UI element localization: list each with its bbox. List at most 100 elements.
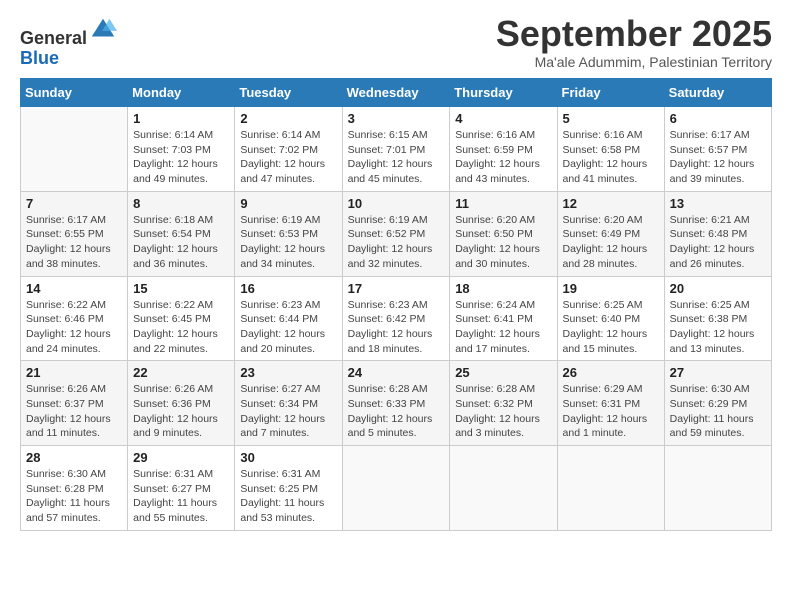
day-number: 29 <box>133 450 229 465</box>
calendar-cell: 9 Sunrise: 6:19 AMSunset: 6:53 PMDaylight… <box>235 191 342 276</box>
day-number: 12 <box>563 196 659 211</box>
day-info: Sunrise: 6:31 AMSunset: 6:27 PMDaylight:… <box>133 467 229 526</box>
day-info: Sunrise: 6:15 AMSunset: 7:01 PMDaylight:… <box>348 128 445 187</box>
day-number: 6 <box>670 111 766 126</box>
day-info: Sunrise: 6:18 AMSunset: 6:54 PMDaylight:… <box>133 213 229 272</box>
calendar-cell: 11 Sunrise: 6:20 AMSunset: 6:50 PMDayligh… <box>450 191 557 276</box>
calendar-cell <box>21 107 128 192</box>
calendar-cell: 28 Sunrise: 6:30 AMSunset: 6:28 PMDayligh… <box>21 446 128 531</box>
day-number: 3 <box>348 111 445 126</box>
weekday-header-monday: Monday <box>128 79 235 107</box>
day-info: Sunrise: 6:14 AMSunset: 7:02 PMDaylight:… <box>240 128 336 187</box>
calendar-week-row: 7 Sunrise: 6:17 AMSunset: 6:55 PMDaylight… <box>21 191 772 276</box>
day-info: Sunrise: 6:24 AMSunset: 6:41 PMDaylight:… <box>455 298 551 357</box>
calendar-cell: 12Sunrise: 6:20 AMSunset: 6:49 PMDayligh… <box>557 191 664 276</box>
calendar-week-row: 28 Sunrise: 6:30 AMSunset: 6:28 PMDayligh… <box>21 446 772 531</box>
weekday-header-thursday: Thursday <box>450 79 557 107</box>
day-number: 23 <box>240 365 336 380</box>
day-info: Sunrise: 6:22 AMSunset: 6:46 PMDaylight:… <box>26 298 122 357</box>
day-number: 2 <box>240 111 336 126</box>
day-number: 1 <box>133 111 229 126</box>
day-info: Sunrise: 6:21 AMSunset: 6:48 PMDaylight:… <box>670 213 766 272</box>
calendar-cell: 21 Sunrise: 6:26 AMSunset: 6:37 PMDayligh… <box>21 361 128 446</box>
day-info: Sunrise: 6:30 AMSunset: 6:29 PMDaylight:… <box>670 382 766 441</box>
day-info: Sunrise: 6:23 AMSunset: 6:42 PMDaylight:… <box>348 298 445 357</box>
day-number: 8 <box>133 196 229 211</box>
day-number: 15 <box>133 281 229 296</box>
calendar-cell: 6 Sunrise: 6:17 AMSunset: 6:57 PMDaylight… <box>664 107 771 192</box>
weekday-header-tuesday: Tuesday <box>235 79 342 107</box>
day-info: Sunrise: 6:19 AMSunset: 6:53 PMDaylight:… <box>240 213 336 272</box>
day-number: 11 <box>455 196 551 211</box>
day-info: Sunrise: 6:17 AMSunset: 6:57 PMDaylight:… <box>670 128 766 187</box>
day-number: 28 <box>26 450 122 465</box>
day-number: 24 <box>348 365 445 380</box>
page-header: General Blue September 2025 Ma'ale Adumm… <box>20 16 772 70</box>
day-info: Sunrise: 6:27 AMSunset: 6:34 PMDaylight:… <box>240 382 336 441</box>
day-number: 19 <box>563 281 659 296</box>
calendar-cell: 2 Sunrise: 6:14 AMSunset: 7:02 PMDaylight… <box>235 107 342 192</box>
calendar-cell: 14 Sunrise: 6:22 AMSunset: 6:46 PMDayligh… <box>21 276 128 361</box>
calendar-cell: 15 Sunrise: 6:22 AMSunset: 6:45 PMDayligh… <box>128 276 235 361</box>
calendar-cell: 5 Sunrise: 6:16 AMSunset: 6:58 PMDaylight… <box>557 107 664 192</box>
day-info: Sunrise: 6:22 AMSunset: 6:45 PMDaylight:… <box>133 298 229 357</box>
calendar-cell: 10Sunrise: 6:19 AMSunset: 6:52 PMDayligh… <box>342 191 450 276</box>
day-info: Sunrise: 6:29 AMSunset: 6:31 PMDaylight:… <box>563 382 659 441</box>
day-info: Sunrise: 6:23 AMSunset: 6:44 PMDaylight:… <box>240 298 336 357</box>
day-number: 26 <box>563 365 659 380</box>
weekday-header-friday: Friday <box>557 79 664 107</box>
day-info: Sunrise: 6:16 AMSunset: 6:58 PMDaylight:… <box>563 128 659 187</box>
day-info: Sunrise: 6:20 AMSunset: 6:50 PMDaylight:… <box>455 213 551 272</box>
day-number: 7 <box>26 196 122 211</box>
day-number: 9 <box>240 196 336 211</box>
calendar-cell <box>557 446 664 531</box>
calendar-cell: 3 Sunrise: 6:15 AMSunset: 7:01 PMDaylight… <box>342 107 450 192</box>
day-number: 21 <box>26 365 122 380</box>
day-number: 4 <box>455 111 551 126</box>
calendar-cell: 4Sunrise: 6:16 AMSunset: 6:59 PMDaylight… <box>450 107 557 192</box>
day-number: 20 <box>670 281 766 296</box>
day-info: Sunrise: 6:31 AMSunset: 6:25 PMDaylight:… <box>240 467 336 526</box>
day-number: 22 <box>133 365 229 380</box>
day-number: 5 <box>563 111 659 126</box>
day-info: Sunrise: 6:26 AMSunset: 6:37 PMDaylight:… <box>26 382 122 441</box>
calendar-cell: 17 Sunrise: 6:23 AMSunset: 6:42 PMDayligh… <box>342 276 450 361</box>
title-block: September 2025 Ma'ale Adummim, Palestini… <box>496 16 772 70</box>
day-number: 18 <box>455 281 551 296</box>
calendar-cell <box>342 446 450 531</box>
location-subtitle: Ma'ale Adummim, Palestinian Territory <box>496 54 772 70</box>
day-info: Sunrise: 6:30 AMSunset: 6:28 PMDaylight:… <box>26 467 122 526</box>
day-number: 17 <box>348 281 445 296</box>
calendar-cell: 25Sunrise: 6:28 AMSunset: 6:32 PMDayligh… <box>450 361 557 446</box>
day-number: 25 <box>455 365 551 380</box>
day-number: 16 <box>240 281 336 296</box>
day-info: Sunrise: 6:28 AMSunset: 6:33 PMDaylight:… <box>348 382 445 441</box>
calendar-week-row: 1Sunrise: 6:14 AMSunset: 7:03 PMDaylight… <box>21 107 772 192</box>
calendar-cell: 1Sunrise: 6:14 AMSunset: 7:03 PMDaylight… <box>128 107 235 192</box>
calendar-week-row: 21 Sunrise: 6:26 AMSunset: 6:37 PMDayligh… <box>21 361 772 446</box>
calendar-week-row: 14 Sunrise: 6:22 AMSunset: 6:46 PMDayligh… <box>21 276 772 361</box>
calendar-cell: 24 Sunrise: 6:28 AMSunset: 6:33 PMDayligh… <box>342 361 450 446</box>
logo: General Blue <box>20 16 117 69</box>
calendar-cell: 22Sunrise: 6:26 AMSunset: 6:36 PMDayligh… <box>128 361 235 446</box>
weekday-header-wednesday: Wednesday <box>342 79 450 107</box>
day-number: 14 <box>26 281 122 296</box>
logo-blue-text: Blue <box>20 48 59 68</box>
day-number: 10 <box>348 196 445 211</box>
calendar-cell: 29 Sunrise: 6:31 AMSunset: 6:27 PMDayligh… <box>128 446 235 531</box>
logo-general-text: General <box>20 28 87 48</box>
day-info: Sunrise: 6:17 AMSunset: 6:55 PMDaylight:… <box>26 213 122 272</box>
calendar-cell: 30 Sunrise: 6:31 AMSunset: 6:25 PMDayligh… <box>235 446 342 531</box>
day-number: 13 <box>670 196 766 211</box>
calendar-cell: 20Sunrise: 6:25 AMSunset: 6:38 PMDayligh… <box>664 276 771 361</box>
calendar-cell <box>450 446 557 531</box>
calendar-cell: 26 Sunrise: 6:29 AMSunset: 6:31 PMDayligh… <box>557 361 664 446</box>
calendar-table: SundayMondayTuesdayWednesdayThursdayFrid… <box>20 78 772 531</box>
day-number: 30 <box>240 450 336 465</box>
logo-icon <box>89 16 117 44</box>
calendar-cell: 19Sunrise: 6:25 AMSunset: 6:40 PMDayligh… <box>557 276 664 361</box>
month-title: September 2025 <box>496 16 772 52</box>
calendar-cell: 23 Sunrise: 6:27 AMSunset: 6:34 PMDayligh… <box>235 361 342 446</box>
weekday-header-saturday: Saturday <box>664 79 771 107</box>
calendar-header-row: SundayMondayTuesdayWednesdayThursdayFrid… <box>21 79 772 107</box>
